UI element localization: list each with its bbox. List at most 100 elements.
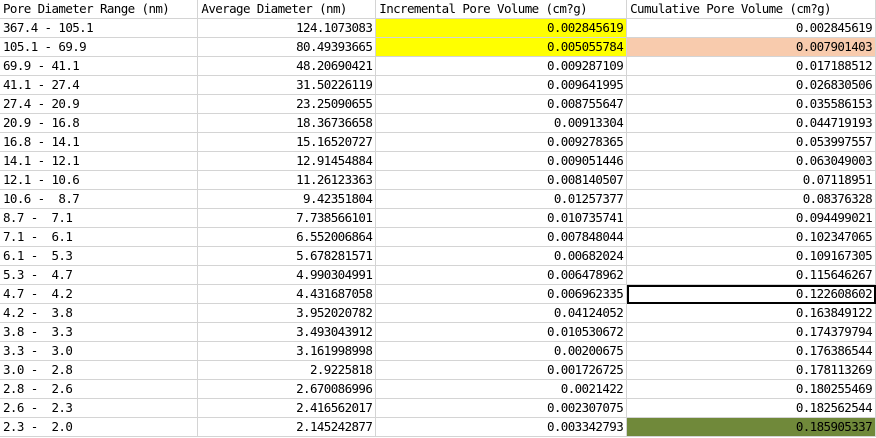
cell-cumulative-pore-volume[interactable]: 0.08376328 [626,189,876,209]
cell-cumulative-pore-volume[interactable]: 0.182562544 [626,398,876,418]
cell-cumulative-pore-volume[interactable]: 0.007901403 [626,37,876,57]
cell-incremental-pore-volume[interactable]: 0.0021422 [375,379,628,399]
cell-pore-diameter-range[interactable]: 2.6 - 2.3 [0,398,199,418]
cell-cumulative-pore-volume[interactable]: 0.063049003 [626,151,876,171]
cell-average-diameter[interactable]: 3.493043912 [197,322,377,342]
cell-average-diameter[interactable]: 5.678281571 [197,246,377,266]
cell-average-diameter[interactable]: 4.431687058 [197,284,377,304]
cell-average-diameter[interactable]: 48.20690421 [197,56,377,76]
header-pore-diameter-range[interactable]: Pore Diameter Range (nm) [0,0,199,19]
cell-average-diameter[interactable]: 3.161998998 [197,341,377,361]
cell-incremental-pore-volume[interactable]: 0.009051446 [375,151,628,171]
cell-average-diameter[interactable]: 2.145242877 [197,417,377,437]
cell-pore-diameter-range[interactable]: 7.1 - 6.1 [0,227,199,247]
table-row: 69.9 - 41.1 48.20690421 0.009287109 0.01718… [0,56,876,76]
cell-incremental-pore-volume[interactable]: 0.009287109 [375,56,628,76]
cell-pore-diameter-range[interactable]: 2.8 - 2.6 [0,379,199,399]
cell-average-diameter[interactable]: 9.42351804 [197,189,377,209]
cell-cumulative-pore-volume[interactable]: 0.053997557 [626,132,876,152]
cell-incremental-pore-volume[interactable]: 0.002307075 [375,398,628,418]
table-row: 367.4 - 105.1 124.1073083 0.002845619 0.002… [0,18,876,38]
cell-pore-diameter-range[interactable]: 10.6 - 8.7 [0,189,199,209]
cell-cumulative-pore-volume[interactable]: 0.002845619 [626,18,876,38]
cell-cumulative-pore-volume[interactable]: 0.109167305 [626,246,876,266]
cell-incremental-pore-volume[interactable]: 0.008755647 [375,94,628,114]
cell-pore-diameter-range[interactable]: 12.1 - 10.6 [0,170,199,190]
cell-pore-diameter-range[interactable]: 3.0 - 2.8 [0,360,199,380]
cell-incremental-pore-volume[interactable]: 0.009278365 [375,132,628,152]
cell-pore-diameter-range[interactable]: 27.4 - 20.9 [0,94,199,114]
header-cumulative-pore-volume[interactable]: Cumulative Pore Volume (cm?g) [626,0,876,19]
cell-cumulative-pore-volume[interactable]: 0.115646267 [626,265,876,285]
table-row: 2.8 - 2.6 2.670086996 0.0021422 0.180255469 [0,379,876,399]
cell-cumulative-pore-volume[interactable]: 0.017188512 [626,56,876,76]
cell-average-diameter[interactable]: 2.670086996 [197,379,377,399]
cell-cumulative-pore-volume[interactable]: 0.178113269 [626,360,876,380]
cell-incremental-pore-volume[interactable]: 0.006478962 [375,265,628,285]
cell-incremental-pore-volume[interactable]: 0.00913304 [375,113,628,133]
cell-average-diameter[interactable]: 23.25090655 [197,94,377,114]
cell-pore-diameter-range[interactable]: 3.8 - 3.3 [0,322,199,342]
cell-cumulative-pore-volume[interactable]: 0.044719193 [626,113,876,133]
cell-average-diameter[interactable]: 31.50226119 [197,75,377,95]
cell-average-diameter[interactable]: 12.91454884 [197,151,377,171]
cell-pore-diameter-range[interactable]: 41.1 - 27.4 [0,75,199,95]
cell-average-diameter[interactable]: 7.738566101 [197,208,377,228]
table-row: 4.7 - 4.2 4.431687058 0.006962335 0.1226086… [0,284,876,304]
table-row: 7.1 - 6.1 6.552006864 0.007848044 0.1023470… [0,227,876,247]
cell-average-diameter[interactable]: 80.49393665 [197,37,377,57]
cell-average-diameter[interactable]: 18.36736658 [197,113,377,133]
cell-pore-diameter-range[interactable]: 2.3 - 2.0 [0,417,199,437]
cell-pore-diameter-range[interactable]: 20.9 - 16.8 [0,113,199,133]
cell-average-diameter[interactable]: 4.990304991 [197,265,377,285]
cell-pore-diameter-range[interactable]: 5.3 - 4.7 [0,265,199,285]
cell-incremental-pore-volume[interactable]: 0.010735741 [375,208,628,228]
cell-cumulative-pore-volume[interactable]: 0.035586153 [626,94,876,114]
table-row: 41.1 - 27.4 31.50226119 0.009641995 0.02683… [0,75,876,95]
cell-incremental-pore-volume[interactable]: 0.008140507 [375,170,628,190]
cell-pore-diameter-range[interactable]: 3.3 - 3.0 [0,341,199,361]
cell-cumulative-pore-volume[interactable]: 0.180255469 [626,379,876,399]
cell-average-diameter[interactable]: 2.416562017 [197,398,377,418]
cell-pore-diameter-range[interactable]: 8.7 - 7.1 [0,208,199,228]
cell-average-diameter[interactable]: 124.1073083 [197,18,377,38]
cell-incremental-pore-volume[interactable]: 0.009641995 [375,75,628,95]
cell-incremental-pore-volume[interactable]: 0.001726725 [375,360,628,380]
cell-incremental-pore-volume[interactable]: 0.00682024 [375,246,628,266]
cell-incremental-pore-volume[interactable]: 0.003342793 [375,417,628,437]
cell-cumulative-pore-volume[interactable]: 0.176386544 [626,341,876,361]
cell-cumulative-pore-volume[interactable]: 0.102347065 [626,227,876,247]
cell-cumulative-pore-volume[interactable]: 0.026830506 [626,75,876,95]
cell-cumulative-pore-volume[interactable]: 0.185905337 [626,417,876,437]
cell-pore-diameter-range[interactable]: 14.1 - 12.1 [0,151,199,171]
cell-incremental-pore-volume[interactable]: 0.007848044 [375,227,628,247]
cell-incremental-pore-volume[interactable]: 0.002845619 [375,18,628,38]
cell-incremental-pore-volume[interactable]: 0.01257377 [375,189,628,209]
cell-pore-diameter-range[interactable]: 367.4 - 105.1 [0,18,199,38]
cell-incremental-pore-volume[interactable]: 0.010530672 [375,322,628,342]
cell-cumulative-pore-volume[interactable]: 0.174379794 [626,322,876,342]
header-average-diameter[interactable]: Average Diameter (nm) [197,0,377,19]
cell-pore-diameter-range[interactable]: 69.9 - 41.1 [0,56,199,76]
cell-cumulative-pore-volume[interactable]: 0.07118951 [626,170,876,190]
cell-average-diameter[interactable]: 15.16520727 [197,132,377,152]
cell-incremental-pore-volume[interactable]: 0.005055784 [375,37,628,57]
cell-pore-diameter-range[interactable]: 16.8 - 14.1 [0,132,199,152]
cell-pore-diameter-range[interactable]: 105.1 - 69.9 [0,37,199,57]
cell-average-diameter[interactable]: 2.9225818 [197,360,377,380]
cell-incremental-pore-volume[interactable]: 0.00200675 [375,341,628,361]
cell-cumulative-pore-volume[interactable]: 0.163849122 [626,303,876,323]
cell-pore-diameter-range[interactable]: 6.1 - 5.3 [0,246,199,266]
header-incremental-pore-volume[interactable]: Incremental Pore Volume (cm?g) [375,0,628,19]
cell-pore-diameter-range[interactable]: 4.2 - 3.8 [0,303,199,323]
cell-incremental-pore-volume[interactable]: 0.04124052 [375,303,628,323]
cell-cumulative-pore-volume[interactable]: 0.122608602 [626,284,876,304]
cell-average-diameter[interactable]: 6.552006864 [197,227,377,247]
cell-incremental-pore-volume[interactable]: 0.006962335 [375,284,628,304]
cell-pore-diameter-range[interactable]: 4.7 - 4.2 [0,284,199,304]
cell-cumulative-pore-volume[interactable]: 0.094499021 [626,208,876,228]
table-row: 10.6 - 8.7 9.42351804 0.01257377 0.08376328 [0,189,876,209]
cell-average-diameter[interactable]: 3.952020782 [197,303,377,323]
cell-average-diameter[interactable]: 11.26123363 [197,170,377,190]
table-row: 6.1 - 5.3 5.678281571 0.00682024 0.10916730… [0,246,876,266]
